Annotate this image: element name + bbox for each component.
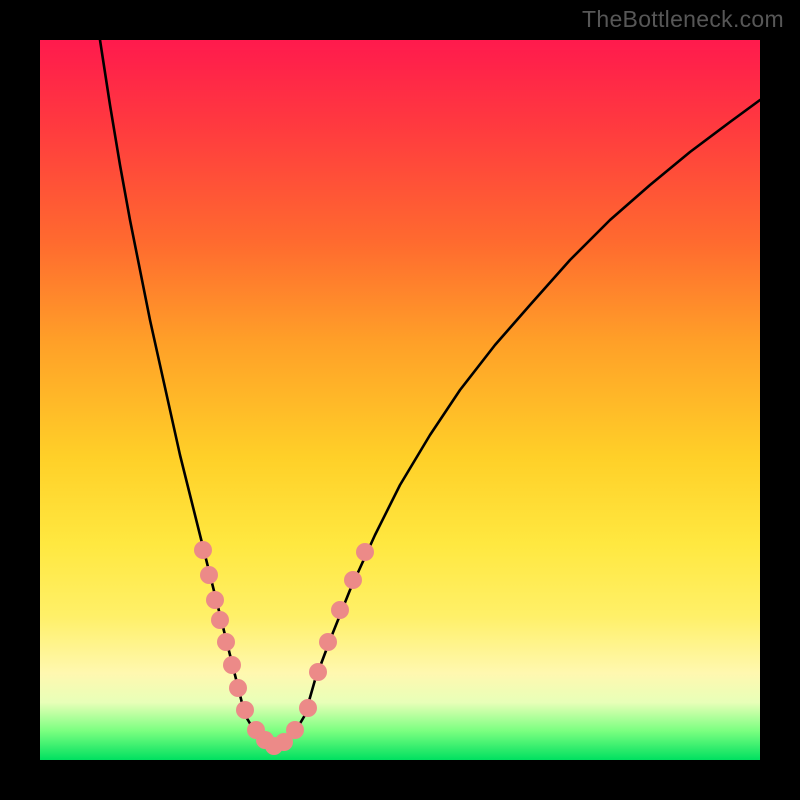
data-marker <box>200 566 218 584</box>
data-marker <box>299 699 317 717</box>
watermark-label: TheBottleneck.com <box>582 6 784 33</box>
chart-frame: TheBottleneck.com <box>0 0 800 800</box>
data-marker <box>286 721 304 739</box>
data-marker <box>223 656 241 674</box>
data-marker <box>344 571 362 589</box>
data-marker <box>206 591 224 609</box>
marker-group <box>194 541 374 755</box>
data-marker <box>309 663 327 681</box>
data-marker <box>319 633 337 651</box>
data-marker <box>356 543 374 561</box>
data-marker <box>331 601 349 619</box>
gradient-plot-area <box>40 40 760 760</box>
v-curve <box>100 40 760 748</box>
data-marker <box>236 701 254 719</box>
data-marker <box>229 679 247 697</box>
data-marker <box>194 541 212 559</box>
data-marker <box>217 633 235 651</box>
curve-overlay <box>40 40 760 760</box>
data-marker <box>211 611 229 629</box>
